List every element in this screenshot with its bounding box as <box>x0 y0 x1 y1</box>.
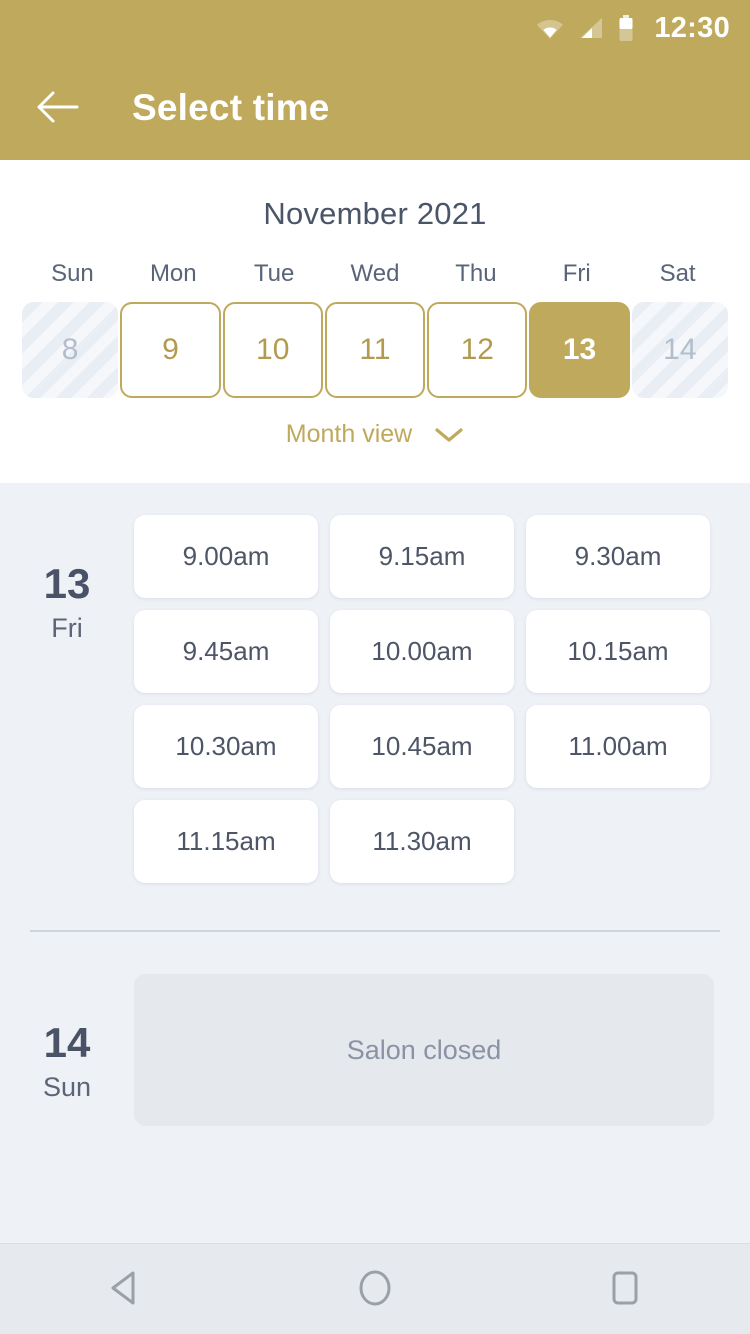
back-triangle-icon <box>108 1269 142 1310</box>
weekday-label: Thu <box>455 260 497 287</box>
time-slot[interactable]: 10.00am <box>330 610 514 693</box>
calendar-day-8: 8 <box>22 302 119 398</box>
back-button[interactable] <box>26 77 88 139</box>
weekday-label: Fri <box>562 260 591 287</box>
time-slot[interactable]: 10.30am <box>134 705 318 788</box>
day-name: Fri <box>51 613 83 643</box>
weekday-header-row: Sun Mon Tue Wed Thu Fri Sat <box>0 260 750 288</box>
calendar-day-10[interactable]: 10 <box>222 302 323 398</box>
time-slot[interactable]: 9.00am <box>134 515 318 598</box>
time-slot[interactable]: 10.15am <box>526 610 710 693</box>
nav-recents-button[interactable] <box>570 1244 680 1334</box>
weekday-label: Mon <box>149 260 197 287</box>
android-nav-bar <box>0 1243 750 1334</box>
time-slot[interactable]: 9.45am <box>134 610 318 693</box>
calendar-day-11[interactable]: 11 <box>324 302 426 398</box>
calendar-days-row: 8 9 10 11 12 13 14 <box>0 302 750 398</box>
calendar-day-14: 14 <box>631 302 728 398</box>
calendar-month-title: November 2021 <box>263 196 487 231</box>
day-number: 14 <box>43 1019 91 1066</box>
time-slot[interactable]: 11.15am <box>134 800 318 883</box>
page-title: Select time <box>132 87 330 128</box>
calendar-day-13[interactable]: 13 <box>529 302 630 398</box>
status-bar-clock: 12:30 <box>654 11 730 44</box>
calendar-panel: November 2021 Sun Mon Tue Wed Thu Fri Sa… <box>0 160 750 483</box>
nav-home-button[interactable] <box>320 1244 430 1334</box>
phone-screen: 12:30 Select time November 2021 Sun Mon … <box>0 0 750 1334</box>
signal-icon <box>578 16 604 40</box>
day-name: Sun <box>42 1072 92 1102</box>
month-view-toggle[interactable]: Month view <box>0 420 750 449</box>
arrow-left-icon <box>35 89 79 128</box>
weekday-label: Wed <box>350 260 400 287</box>
weekday-label: Tue <box>253 260 295 287</box>
day-number: 13 <box>43 560 91 607</box>
weekday-label: Sat <box>659 260 696 287</box>
calendar-day-9[interactable]: 9 <box>120 302 221 398</box>
status-bar: 12:30 <box>0 0 750 56</box>
time-slot[interactable]: 10.45am <box>330 705 514 788</box>
salon-closed-card: Salon closed <box>134 974 714 1126</box>
month-view-label: Month view <box>285 420 413 448</box>
time-slot[interactable]: 11.30am <box>330 800 514 883</box>
time-slot[interactable]: 11.00am <box>526 705 710 788</box>
time-slot[interactable]: 9.15am <box>330 515 514 598</box>
day-label-14: 14 Sun <box>0 974 134 1126</box>
app-bar: Select time <box>0 56 750 160</box>
chevron-down-icon <box>434 426 464 444</box>
battery-icon <box>618 14 634 42</box>
time-slot[interactable]: 9.30am <box>526 515 710 598</box>
recents-square-icon <box>608 1269 642 1310</box>
nav-back-button[interactable] <box>70 1244 180 1334</box>
day-group-13: 13 Fri 9.00am 9.15am 9.30am 9.45am 10.00… <box>0 483 750 883</box>
home-circle-icon <box>356 1268 394 1311</box>
wifi-icon <box>536 16 564 40</box>
weekday-label: Sun <box>51 260 94 287</box>
time-slot-grid: 9.00am 9.15am 9.30am 9.45am 10.00am 10.1… <box>134 515 730 883</box>
day-group-14: 14 Sun Salon closed <box>0 932 750 1126</box>
day-label-13: 13 Fri <box>0 515 134 883</box>
schedule-area: 13 Fri 9.00am 9.15am 9.30am 9.45am 10.00… <box>0 483 750 1243</box>
calendar-day-12[interactable]: 12 <box>427 302 528 398</box>
